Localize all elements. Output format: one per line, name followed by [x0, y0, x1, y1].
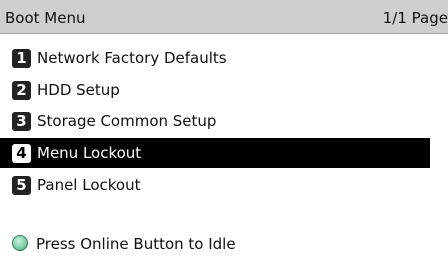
page-indicator: 1/1 Page — [382, 9, 448, 27]
menu-item-network-factory-defaults[interactable]: 1 Network Factory Defaults — [0, 43, 430, 73]
online-led-icon — [12, 235, 28, 251]
boot-menu-screen: Boot Menu 1/1 Page 1 Network Factory Def… — [0, 0, 448, 257]
item-number-badge: 2 — [12, 81, 31, 100]
status-message: Press Online Button to Idle — [36, 235, 236, 253]
menu-item-panel-lockout[interactable]: 5 Panel Lockout — [0, 170, 430, 200]
menu-item-label: HDD Setup — [37, 81, 120, 99]
item-number-badge: 5 — [12, 176, 31, 195]
menu-item-label: Menu Lockout — [37, 144, 142, 162]
item-number-badge: 4 — [12, 144, 31, 163]
menu-item-hdd-setup[interactable]: 2 HDD Setup — [0, 75, 430, 105]
menu-item-label: Panel Lockout — [37, 176, 141, 194]
status-bar: Press Online Button to Idle — [0, 232, 448, 256]
menu-item-label: Storage Common Setup — [37, 112, 217, 130]
header-bar: Boot Menu 1/1 Page — [0, 0, 448, 34]
item-number-badge: 3 — [12, 112, 31, 131]
item-number-badge: 1 — [12, 49, 31, 68]
menu-item-menu-lockout[interactable]: 4 Menu Lockout — [0, 138, 430, 168]
page-title: Boot Menu — [5, 9, 86, 27]
menu-item-storage-common-setup[interactable]: 3 Storage Common Setup — [0, 106, 430, 136]
menu-item-label: Network Factory Defaults — [37, 49, 227, 67]
